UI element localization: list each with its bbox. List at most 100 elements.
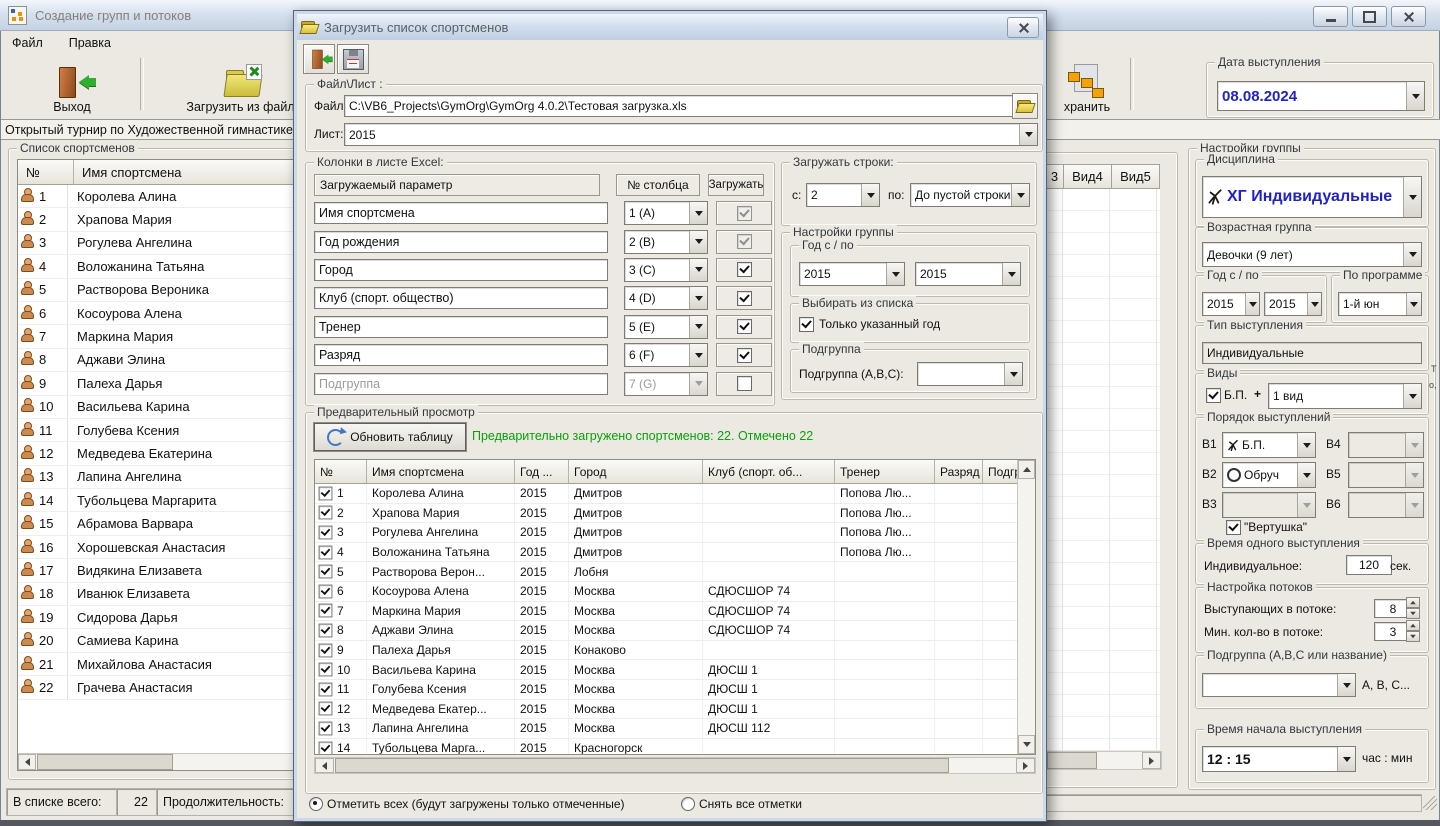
list-item[interactable]: 14 Тубольцева Маргарита (18, 489, 294, 512)
table-row[interactable]: 4 Воложанина Татьяна 2015 Дмитров Попова… (315, 543, 1018, 563)
preview-hscrollbar[interactable] (314, 757, 1036, 774)
scroll-thumb[interactable] (335, 758, 949, 773)
param-field[interactable]: Имя спортсмена (314, 202, 608, 224)
mark-all-radio[interactable] (309, 797, 323, 811)
chevron-down-icon[interactable] (689, 344, 707, 366)
dialog-year-to[interactable]: 2015 (915, 262, 1021, 286)
exit-button[interactable]: Выход (16, 56, 128, 114)
param-field[interactable]: Разряд (314, 344, 608, 366)
chevron-down-icon[interactable] (1297, 433, 1315, 457)
column-header[interactable]: 3 (1046, 164, 1064, 189)
vertushka-checkbox[interactable] (1226, 520, 1241, 535)
table-row[interactable]: 5 Растворова Верон... 2015 Лобня (315, 562, 1018, 582)
load-checkbox[interactable] (737, 262, 752, 277)
row-checkbox[interactable] (319, 702, 333, 716)
column-header[interactable]: Подгр... (983, 460, 1018, 484)
column-combobox[interactable]: 3 (C) (624, 258, 708, 282)
load-checkbox[interactable] (737, 348, 752, 363)
row-checkbox[interactable] (319, 604, 333, 618)
chevron-down-icon[interactable] (886, 263, 904, 285)
row-checkbox[interactable] (319, 722, 333, 736)
minimize-button[interactable] (1313, 6, 1348, 27)
b5-combobox[interactable] (1348, 462, 1424, 488)
column-header[interactable]: Год ... (515, 460, 569, 484)
list-item[interactable]: 13 Лапина Ангелина (18, 466, 294, 489)
per-flow-stepper[interactable] (1406, 597, 1420, 619)
row-to-combobox[interactable]: До пустой строки (910, 183, 1030, 207)
list-item[interactable]: 4 Воложанина Татьяна (18, 255, 294, 278)
column-header[interactable]: Клуб (спорт. об... (703, 460, 835, 484)
only-year-checkbox[interactable] (799, 317, 814, 332)
chevron-down-icon[interactable] (689, 202, 707, 224)
menu-item[interactable]: Файл (12, 36, 43, 50)
list-item[interactable]: 22 Грачева Анастасия (18, 676, 294, 699)
chevron-down-icon[interactable] (1307, 293, 1321, 315)
scroll-down-button[interactable] (1018, 735, 1035, 754)
row-checkbox[interactable] (319, 565, 333, 579)
table-row[interactable]: 14 Тубольцева Марга... 2015 Красногорск (315, 739, 1018, 754)
chevron-down-icon[interactable] (689, 373, 707, 395)
row-checkbox[interactable] (319, 624, 333, 638)
param-field[interactable]: Клуб (спорт. общество) (314, 287, 608, 309)
scroll-thumb[interactable] (1047, 752, 1097, 769)
chevron-down-icon[interactable] (1406, 82, 1424, 110)
sheet-combobox[interactable]: 2015 (344, 123, 1038, 146)
list-item[interactable]: 3 Рогулева Ангелина (18, 232, 294, 255)
dialog-close-button[interactable] (1007, 17, 1039, 38)
chevron-down-icon[interactable] (689, 259, 707, 281)
column-header-num[interactable]: № (18, 160, 74, 185)
athletes-hscrollbar[interactable] (18, 753, 294, 770)
load-checkbox[interactable] (737, 291, 752, 306)
browse-file-button[interactable] (1012, 93, 1038, 119)
min-flow-stepper[interactable] (1406, 620, 1420, 642)
column-header[interactable]: Имя спортсмена (367, 460, 515, 484)
row-checkbox[interactable] (319, 526, 333, 540)
save-groups-button[interactable]: хранить (1032, 56, 1142, 114)
program-combobox[interactable]: 1-й юн (1338, 292, 1422, 316)
list-item[interactable]: 7 Маркина Мария (18, 325, 294, 348)
menu-item[interactable]: Правка (69, 36, 111, 50)
list-item[interactable]: 1 Королева Алина (18, 185, 294, 208)
column-header[interactable]: Разряд (935, 460, 983, 484)
column-combobox[interactable]: 7 (G) (624, 372, 708, 396)
scroll-left-button[interactable] (315, 758, 334, 773)
list-item[interactable]: 12 Медведева Екатерина (18, 442, 294, 465)
b3-combobox[interactable] (1222, 492, 1316, 518)
resize-grip[interactable] (1423, 796, 1437, 810)
scroll-left-button[interactable] (18, 754, 36, 770)
file-path-input[interactable]: C:\VB6_Projects\GymOrg\GymOrg 4.0.2\Тест… (344, 95, 1016, 117)
column-combobox[interactable]: 5 (E) (624, 315, 708, 339)
date-combobox[interactable]: 08.08.2024 (1217, 81, 1425, 111)
table-row[interactable]: 9 Палеха Дарья 2015 Конаково (315, 641, 1018, 661)
load-checkbox[interactable] (737, 376, 752, 391)
param-field[interactable]: Город (314, 259, 608, 281)
list-item[interactable]: 17 Видякина Елизавета (18, 559, 294, 582)
bp-checkbox[interactable] (1206, 388, 1221, 403)
chevron-down-icon[interactable] (1004, 363, 1022, 385)
list-item[interactable]: 9 Палеха Дарья (18, 372, 294, 395)
table-row[interactable]: 7 Маркина Мария 2015 Москва СДЮСШОР 74 (315, 602, 1018, 622)
table-row[interactable]: 6 Косоурова Алена 2015 Москва СДЮСШОР 74 (315, 582, 1018, 602)
row-from-combobox[interactable]: 2 (806, 183, 880, 207)
scroll-right-button[interactable] (1142, 752, 1161, 769)
start-time-combobox[interactable]: 12 : 15 (1202, 746, 1356, 772)
dialog-import-button[interactable] (303, 44, 335, 74)
chevron-down-icon[interactable] (1245, 293, 1259, 315)
close-button[interactable] (1391, 6, 1426, 27)
table-row[interactable]: 10 Васильева Карина 2015 Москва ДЮСШ 1 (315, 660, 1018, 680)
param-field[interactable]: Подгруппа (314, 373, 608, 395)
row-checkbox[interactable] (319, 506, 333, 520)
table-row[interactable]: 13 Лапина Ангелина 2015 Москва ДЮСШ 112 (315, 719, 1018, 739)
column-combobox[interactable]: 4 (D) (624, 286, 708, 310)
chevron-down-icon[interactable] (1403, 243, 1421, 266)
table-row[interactable]: 3 Рогулева Ангелина 2015 Дмитров Попова … (315, 523, 1018, 543)
scroll-right-button[interactable] (1016, 758, 1035, 773)
row-checkbox[interactable] (319, 663, 333, 677)
param-field[interactable]: Год рождения (314, 231, 608, 253)
chevron-down-icon[interactable] (1403, 384, 1421, 408)
chevron-down-icon[interactable] (1337, 674, 1355, 696)
b4-combobox[interactable] (1348, 432, 1424, 458)
age-combobox[interactable]: Девочки (9 лет) (1202, 242, 1422, 267)
preview-vscrollbar[interactable] (1017, 460, 1035, 754)
column-header[interactable]: Город (569, 460, 703, 484)
